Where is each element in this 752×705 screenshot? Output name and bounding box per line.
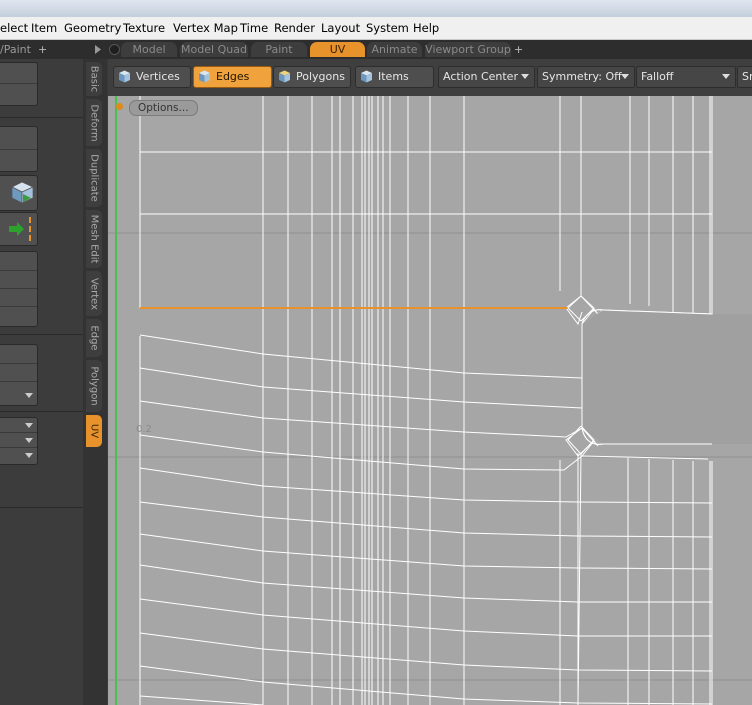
menu-system[interactable]: System [366, 21, 409, 35]
vtab-vertex[interactable]: Vertex [86, 271, 102, 316]
tab-paint-left[interactable]: /Paint [0, 42, 31, 57]
item-cube-icon [361, 70, 372, 83]
layout-tab-bar: /Paint + Model Model Quad Paint UV Anima… [0, 40, 752, 59]
menu-geometry[interactable]: Geometry [64, 21, 121, 35]
symmetry-dropdown[interactable]: Symmetry: Off [537, 66, 635, 88]
menu-item[interactable]: Item [31, 21, 57, 35]
tab-pin-icon[interactable] [109, 44, 120, 55]
chevron-down-icon[interactable] [25, 423, 33, 428]
menu-time[interactable]: Time [240, 21, 268, 35]
tab-model[interactable]: Model [121, 42, 177, 57]
green-arrow-icon [9, 222, 24, 236]
window-title-bar [0, 0, 752, 18]
menu-select[interactable]: elect [0, 21, 28, 35]
action-center-dropdown[interactable]: Action Center [438, 66, 535, 88]
vtab-edge[interactable]: Edge [86, 319, 102, 357]
tab-viewport-group[interactable]: Viewport Group [425, 42, 511, 57]
vertical-tool-tabs: Basic Deform Duplicate Mesh Edit Vertex … [83, 59, 107, 705]
vtab-polygon[interactable]: Polygon [86, 360, 102, 412]
polygon-cube-icon [279, 70, 290, 83]
vertices-mode-button[interactable]: Vertices [113, 66, 191, 88]
chevron-down-icon [621, 74, 629, 79]
menu-texture[interactable]: Texture [123, 21, 165, 35]
falloff-dropdown[interactable]: Falloff [636, 66, 736, 88]
polygons-mode-button[interactable]: Polygons [273, 66, 351, 88]
scroll-right-icon[interactable] [95, 45, 101, 54]
items-mode-button[interactable]: Items [355, 66, 434, 88]
tab-animate[interactable]: Animate [367, 42, 422, 57]
vertex-cube-icon [119, 70, 130, 83]
vtab-deform[interactable]: Deform [86, 99, 102, 146]
add-tab-icon[interactable]: + [514, 42, 523, 57]
uv-cube-icon [11, 181, 34, 204]
selection-toolbar: Vertices Edges Polygons Items Action Cen… [108, 59, 752, 96]
tool-group-4 [0, 344, 38, 406]
uv-arrow-button[interactable] [0, 212, 38, 246]
snap-dropdown[interactable]: Sn [737, 66, 752, 88]
vtab-basic[interactable]: Basic [86, 62, 102, 96]
tab-uv[interactable]: UV [310, 42, 365, 57]
edge-cube-icon [199, 70, 210, 83]
tab-paint[interactable]: Paint [251, 42, 307, 57]
menu-help[interactable]: Help [413, 21, 439, 35]
tool-group-1 [0, 62, 38, 106]
menu-layout[interactable]: Layout [321, 21, 360, 35]
chevron-down-icon [722, 74, 730, 79]
vtab-uv[interactable]: UV [86, 415, 102, 447]
tool-panel [0, 59, 83, 705]
chevron-down-icon[interactable] [25, 393, 33, 398]
tool-group-3 [0, 251, 38, 327]
uv-axis-label: 0.2 [136, 424, 152, 435]
uv-tool-button[interactable] [0, 175, 38, 211]
uv-viewport[interactable]: Options... 0.2 [108, 96, 752, 705]
chevron-down-icon [521, 74, 529, 79]
uv-mesh[interactable] [108, 96, 752, 705]
add-tab-left-icon[interactable]: + [38, 42, 47, 57]
dropdown-group [0, 417, 38, 465]
chevron-down-icon[interactable] [25, 438, 33, 443]
viewport-options-button[interactable]: Options... [129, 100, 198, 116]
tool-group-2 [0, 126, 38, 172]
menu-render[interactable]: Render [274, 21, 315, 35]
chevron-down-icon[interactable] [25, 453, 33, 458]
vtab-duplicate[interactable]: Duplicate [86, 149, 102, 207]
menu-bar: elect Item Geometry Texture Vertex Map T… [0, 17, 752, 40]
viewport-status-dot [116, 103, 123, 110]
edges-mode-button[interactable]: Edges [193, 66, 272, 88]
vtab-mesh-edit[interactable]: Mesh Edit [86, 210, 102, 268]
tab-model-quad[interactable]: Model Quad [180, 42, 248, 57]
menu-vertex-map[interactable]: Vertex Map [173, 21, 238, 35]
